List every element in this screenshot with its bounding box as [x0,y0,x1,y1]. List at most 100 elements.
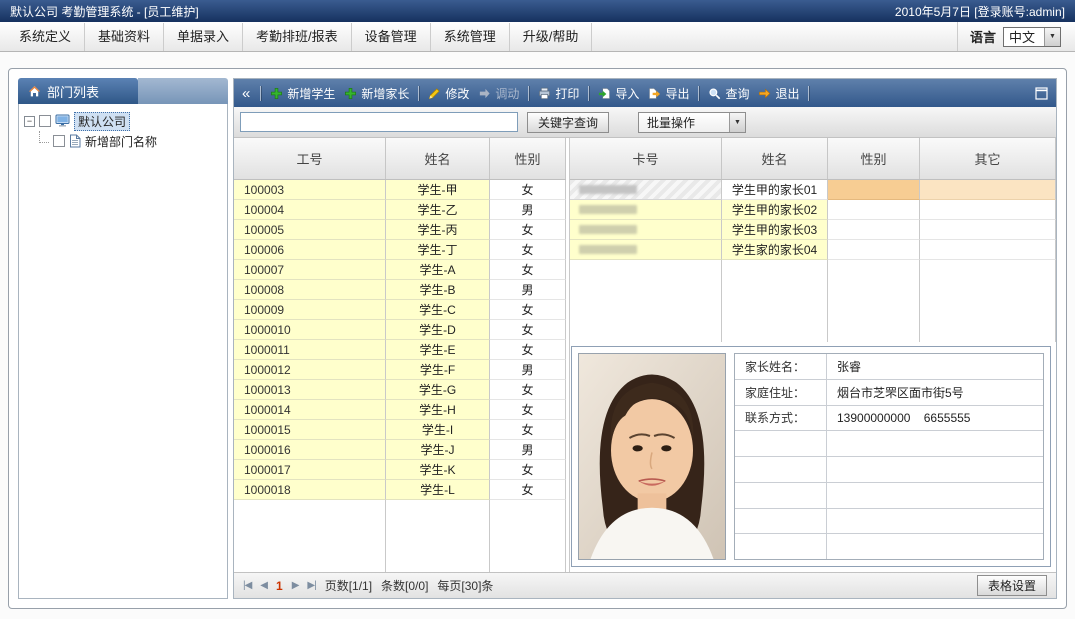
parent-card-cell [570,220,722,240]
field-row-empty [735,509,1043,535]
query-button[interactable]: 查询 [708,85,749,102]
plus-icon [270,87,283,100]
edit-button[interactable]: 修改 [428,85,469,102]
language-value: 中文 [1009,27,1035,46]
keyword-input[interactable] [240,112,518,132]
menu-item[interactable]: 考勤排班/报表 [243,23,352,51]
parent-row[interactable]: 学生甲的家长02 [570,200,1056,220]
student-row[interactable]: 100003 学生-甲 女 [234,180,566,200]
student-gender-cell: 女 [490,320,566,340]
menu-item[interactable]: 设备管理 [352,23,431,51]
student-row[interactable]: 100004 学生-乙 男 [234,200,566,220]
print-button[interactable]: 打印 [538,85,579,102]
student-gender-cell: 女 [490,460,566,480]
parent-row[interactable]: 学生家的家长04 [570,240,1056,260]
prev-page-button[interactable]: ◀ [260,580,267,591]
column-header-name[interactable]: 姓名 [386,138,490,179]
maximize-button[interactable] [1035,87,1048,100]
field-row: 联系方式： 13900000000 6655555 [735,406,1043,432]
table-settings-button[interactable]: 表格设置 [977,575,1047,596]
sidebar-header-strip [138,78,228,104]
redacted-card-number [579,245,637,254]
collapse-sidebar-button[interactable]: « [242,86,250,101]
tree-node-label-department[interactable]: 新增部门名称 [85,133,157,150]
tree-collapse-icon[interactable]: − [24,116,35,127]
exit-button[interactable]: 退出 [758,85,799,102]
language-label: 语言 [970,27,996,46]
student-row[interactable]: 1000015 学生-I 女 [234,420,566,440]
batch-operation-dropdown[interactable]: 批量操作 ▼ [638,112,746,133]
student-row[interactable]: 100006 学生-丁 女 [234,240,566,260]
column-header-gender[interactable]: 性别 [490,138,566,179]
menu-item[interactable]: 系统定义 [6,23,85,51]
query-label: 查询 [725,85,749,102]
printer-icon [538,87,551,100]
column-header-name[interactable]: 姓名 [722,138,828,179]
last-page-button[interactable]: ▶| [307,580,315,591]
student-gender-cell: 男 [490,200,566,220]
add-parent-button[interactable]: 新增家长 [344,85,409,102]
parent-name-cell: 学生甲的家长02 [722,200,828,220]
student-row[interactable]: 100009 学生-C 女 [234,300,566,320]
tab-department-list[interactable]: 部门列表 [18,78,138,104]
parent-row-selected[interactable]: 学生甲的家长01 [570,180,1056,200]
student-id-cell: 1000014 [234,400,386,420]
parent-gender-cell [828,220,920,240]
redacted-card-number [579,185,637,194]
tree-node-company[interactable]: − 默认公司 [24,111,222,131]
menu-item[interactable]: 系统管理 [431,23,510,51]
student-row[interactable]: 1000018 学生-L 女 [234,480,566,500]
student-gender-cell: 男 [490,280,566,300]
current-page-number[interactable]: 1 [276,579,283,593]
parent-card-cell [570,180,722,200]
column-header-other[interactable]: 其它 [920,138,1056,179]
keyword-search-button[interactable]: 关键字查询 [527,112,609,133]
menu-item[interactable]: 升级/帮助 [510,23,593,51]
student-id-cell: 1000016 [234,440,386,460]
student-row[interactable]: 1000014 学生-H 女 [234,400,566,420]
column-header-gender[interactable]: 性别 [828,138,920,179]
toolbar-separator [698,86,699,101]
department-checkbox[interactable] [53,135,65,147]
exit-arrow-icon [758,87,771,100]
student-name-cell: 学生-G [386,380,490,400]
tree-node-department[interactable]: 新增部门名称 [39,131,222,151]
column-header-card-number[interactable]: 卡号 [570,138,722,179]
student-gender-cell: 女 [490,420,566,440]
student-row[interactable]: 1000012 学生-F 男 [234,360,566,380]
student-row[interactable]: 1000016 学生-J 男 [234,440,566,460]
export-icon [648,87,661,100]
students-table-filler [234,500,566,572]
student-gender-cell: 女 [490,400,566,420]
parents-table: 卡号 姓名 性别 其它 学生甲的家长01 [570,138,1056,342]
tree-node-label-company[interactable]: 默认公司 [74,112,130,131]
content-area: « 新增学生 新增家长 [233,78,1057,599]
first-page-button[interactable]: |◀ [243,580,251,591]
import-button[interactable]: 导入 [598,85,639,102]
student-row[interactable]: 100007 学生-A 女 [234,260,566,280]
monitor-icon [55,114,70,128]
add-student-button[interactable]: 新增学生 [270,85,335,102]
column-header-employee-id[interactable]: 工号 [234,138,386,179]
export-button[interactable]: 导出 [648,85,689,102]
company-checkbox[interactable] [39,115,51,127]
student-id-cell: 100009 [234,300,386,320]
menu-item[interactable]: 基础资料 [85,23,164,51]
parent-row[interactable]: 学生甲的家长03 [570,220,1056,240]
field-value-contact: 13900000000 6655555 [827,406,1043,431]
student-row[interactable]: 100008 学生-B 男 [234,280,566,300]
student-row[interactable]: 1000017 学生-K 女 [234,460,566,480]
parent-other-cell [920,240,1056,260]
student-row[interactable]: 1000011 学生-E 女 [234,340,566,360]
student-id-cell: 100006 [234,240,386,260]
transfer-button[interactable]: 调动 [478,85,519,102]
parent-name-cell: 学生甲的家长03 [722,220,828,240]
menu-item[interactable]: 单据录入 [164,23,243,51]
student-row[interactable]: 1000010 学生-D 女 [234,320,566,340]
field-label-contact: 联系方式： [735,406,827,431]
language-select[interactable]: 中文 ▼ [1003,27,1061,47]
student-row[interactable]: 100005 学生-丙 女 [234,220,566,240]
next-page-button[interactable]: ▶ [292,580,299,591]
student-gender-cell: 女 [490,260,566,280]
student-row[interactable]: 1000013 学生-G 女 [234,380,566,400]
